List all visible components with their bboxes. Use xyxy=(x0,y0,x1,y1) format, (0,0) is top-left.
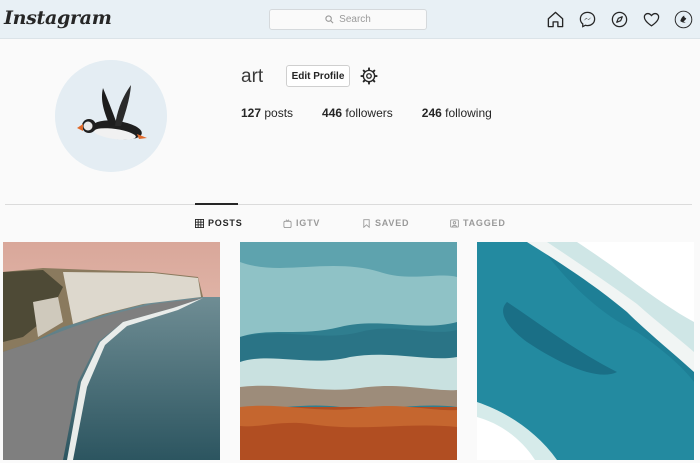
top-nav-bar: Instagram Search xyxy=(0,0,700,39)
search-input[interactable]: Search xyxy=(269,9,427,30)
profile-username: art xyxy=(241,66,264,87)
tab-tagged[interactable]: TAGGED xyxy=(450,218,506,228)
search-placeholder: Search xyxy=(339,14,371,25)
posts-count-value: 127 xyxy=(241,106,262,120)
tab-saved-label: SAVED xyxy=(375,218,410,228)
profile-avatar[interactable] xyxy=(55,60,167,172)
edit-profile-button[interactable]: Edit Profile xyxy=(286,65,350,87)
post-thumbnail[interactable] xyxy=(477,242,694,460)
profile-avatar-icon[interactable] xyxy=(673,9,693,29)
search-icon xyxy=(325,15,334,24)
post-thumbnail[interactable] xyxy=(3,242,220,460)
active-tab-indicator xyxy=(195,203,238,205)
explore-icon[interactable] xyxy=(609,9,629,29)
tab-posts-label: POSTS xyxy=(208,218,243,228)
posts-count-label: posts xyxy=(261,106,294,120)
grid-icon xyxy=(195,218,204,228)
tag-icon xyxy=(450,218,459,228)
followers-count-value: 446 xyxy=(322,106,343,120)
tab-posts[interactable]: POSTS xyxy=(195,218,243,228)
post-thumbnail[interactable] xyxy=(240,242,457,460)
profile-divider xyxy=(5,204,692,205)
posts-count: 127 posts xyxy=(241,106,293,120)
profile-tabs: POSTS IGTV SAVED TAGGED xyxy=(0,218,700,232)
bookmark-icon xyxy=(363,218,370,228)
followers-count-label: followers xyxy=(342,106,393,120)
followers-count[interactable]: 446 followers xyxy=(322,106,393,120)
instagram-logo[interactable]: Instagram xyxy=(4,7,112,29)
messenger-icon[interactable] xyxy=(577,9,597,29)
following-count[interactable]: 246 following xyxy=(422,106,492,120)
tab-igtv-label: IGTV xyxy=(296,218,321,228)
tab-tagged-label: TAGGED xyxy=(463,218,506,228)
heart-icon[interactable] xyxy=(641,9,661,29)
home-icon[interactable] xyxy=(545,9,565,29)
following-count-value: 246 xyxy=(421,106,442,120)
igtv-icon xyxy=(283,218,292,228)
settings-gear-icon[interactable] xyxy=(360,67,378,85)
following-count-label: following xyxy=(441,106,492,120)
tab-igtv[interactable]: IGTV xyxy=(283,218,320,228)
profile-stats: 127 posts 446 followers 246 following xyxy=(241,106,521,120)
tab-saved[interactable]: SAVED xyxy=(362,218,409,228)
